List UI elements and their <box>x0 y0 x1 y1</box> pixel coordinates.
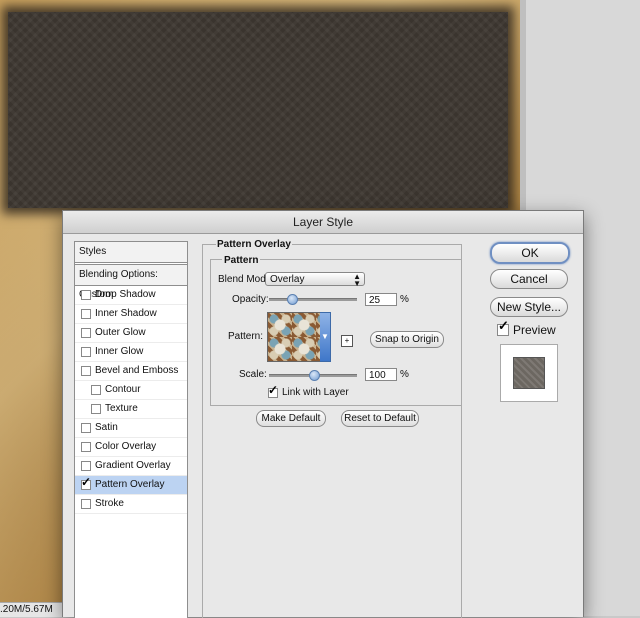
dialog-title: Layer Style <box>63 211 583 234</box>
blend-mode-value: Overlay <box>270 274 305 285</box>
style-item-label: Satin <box>95 422 118 433</box>
style-item-contour[interactable]: Contour <box>75 381 187 400</box>
style-item-label: Inner Shadow <box>95 308 157 319</box>
style-item-inner-glow[interactable]: Inner Glow <box>75 343 187 362</box>
make-default-button[interactable]: Make Default <box>256 410 326 427</box>
scale-input[interactable]: 100 <box>365 368 397 381</box>
style-checkbox[interactable] <box>81 423 91 433</box>
style-checkbox[interactable] <box>91 404 101 414</box>
style-checkbox[interactable] <box>81 478 91 490</box>
link-with-layer-check-icon <box>268 386 278 398</box>
pattern-dropdown-arrow-icon[interactable]: ▼ <box>320 312 331 362</box>
blending-options-item[interactable]: Blending Options: Custom <box>75 264 187 300</box>
scale-slider-knob[interactable] <box>309 370 320 381</box>
style-item-label: Gradient Overlay <box>95 460 171 471</box>
style-item-inner-shadow[interactable]: Inner Shadow <box>75 305 187 324</box>
preview-label: Preview <box>513 323 556 337</box>
style-item-stroke[interactable]: Stroke <box>75 495 187 514</box>
opacity-slider-knob[interactable] <box>287 294 298 305</box>
scale-unit: % <box>400 369 409 380</box>
style-item-pattern-overlay[interactable]: Pattern Overlay <box>75 476 187 495</box>
style-item-label: Bevel and Emboss <box>95 365 179 376</box>
style-item-label: Outer Glow <box>95 327 146 338</box>
styles-list: Styles Blending Options: Custom Drop Sha… <box>74 241 188 618</box>
style-checkbox[interactable] <box>81 366 91 376</box>
preview-checkbox[interactable]: Preview <box>497 322 556 337</box>
style-item-bevel-and-emboss[interactable]: Bevel and Emboss <box>75 362 187 381</box>
opacity-slider-track[interactable] <box>269 298 357 301</box>
style-item-label: Color Overlay <box>95 441 157 452</box>
pattern-label: Pattern: <box>228 331 264 342</box>
ok-button[interactable]: OK <box>490 242 570 264</box>
opacity-label: Opacity: <box>232 294 269 305</box>
style-item-label: Texture <box>105 403 138 414</box>
style-item-label: Drop Shadow <box>95 289 156 300</box>
style-item-gradient-overlay[interactable]: Gradient Overlay <box>75 457 187 476</box>
new-style-button[interactable]: New Style... <box>490 297 568 317</box>
scale-label: Scale: <box>239 369 267 380</box>
layer-style-dialog: Layer Style Styles Blending Options: Cus… <box>62 210 584 618</box>
doc-size-status: .20M/5.67M <box>0 602 64 617</box>
subgroup-title: Pattern <box>222 255 261 266</box>
link-with-layer-label: Link with Layer <box>282 387 349 398</box>
style-checkbox[interactable] <box>91 385 101 395</box>
style-item-outer-glow[interactable]: Outer Glow <box>75 324 187 343</box>
group-title: Pattern Overlay <box>216 239 292 250</box>
preview-thumbnail <box>500 344 558 402</box>
style-item-label: Stroke <box>95 498 124 509</box>
snap-to-origin-button[interactable]: Snap to Origin <box>370 331 444 348</box>
style-item-satin[interactable]: Satin <box>75 419 187 438</box>
opacity-input[interactable]: 25 <box>365 293 397 306</box>
style-checkbox[interactable] <box>81 309 91 319</box>
select-arrows-icon: ▲ ▼ <box>353 272 361 288</box>
style-items: Drop Shadow Inner Shadow Outer Glow Inner G… <box>75 286 187 514</box>
dark-textured-panel <box>8 12 508 208</box>
preview-check-icon <box>497 322 509 336</box>
preview-swatch <box>513 357 545 389</box>
style-checkbox[interactable] <box>81 461 91 471</box>
style-checkbox[interactable] <box>81 499 91 509</box>
new-preset-icon[interactable]: + <box>341 335 353 347</box>
style-item-texture[interactable]: Texture <box>75 400 187 419</box>
style-checkbox[interactable] <box>81 328 91 338</box>
link-with-layer-checkbox[interactable]: Link with Layer <box>268 386 349 398</box>
cancel-button[interactable]: Cancel <box>490 269 568 289</box>
reset-to-default-button[interactable]: Reset to Default <box>341 410 419 427</box>
style-item-label: Contour <box>105 384 141 395</box>
style-item-label: Pattern Overlay <box>95 479 165 490</box>
blend-mode-select[interactable]: Overlay ▲ ▼ <box>265 272 365 288</box>
style-item-label: Inner Glow <box>95 346 144 357</box>
style-checkbox[interactable] <box>81 347 91 357</box>
style-checkbox[interactable] <box>81 442 91 452</box>
style-checkbox[interactable] <box>81 290 91 300</box>
opacity-unit: % <box>400 294 409 305</box>
pattern-picker-swatch[interactable] <box>267 312 321 362</box>
styles-header[interactable]: Styles <box>75 242 187 263</box>
style-item-color-overlay[interactable]: Color Overlay <box>75 438 187 457</box>
